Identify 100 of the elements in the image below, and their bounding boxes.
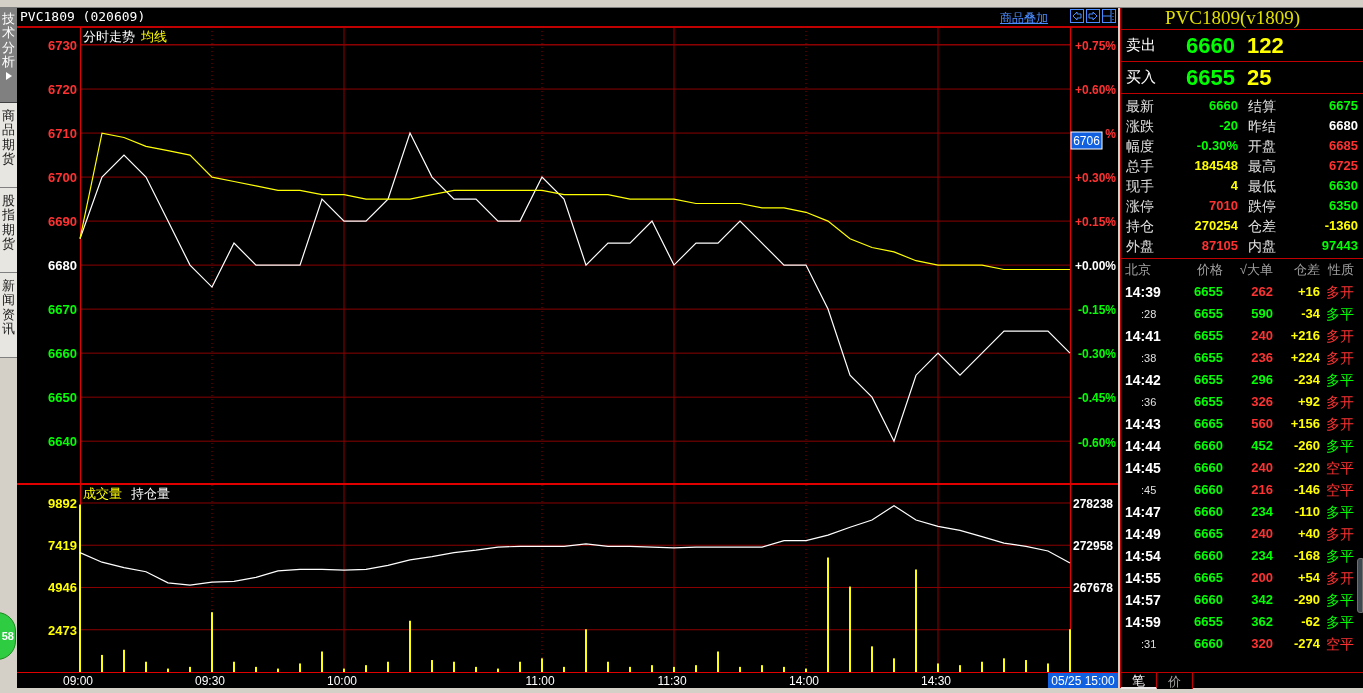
sidebar-tab[interactable]: 新闻资讯: [0, 273, 17, 358]
tick-time: 14:41: [1124, 326, 1162, 346]
tick-time: :38: [1140, 350, 1158, 366]
axis-label: %: [1105, 126, 1116, 141]
stat-value: -20: [1219, 117, 1238, 136]
tick-nature: 多平: [1325, 370, 1354, 390]
tick-volume: 262: [1250, 283, 1273, 302]
sidebar-tab[interactable]: 商品期货: [0, 103, 17, 188]
axis-label: 2473: [48, 622, 77, 638]
axis-label: 6680: [48, 258, 77, 274]
tick-time: 14:57: [1124, 590, 1162, 610]
edge-handle[interactable]: [1357, 558, 1363, 613]
tick-volume: 240: [1250, 525, 1273, 544]
tick-price: 6655: [1193, 305, 1223, 324]
stat-value: 270254: [1194, 217, 1238, 236]
axis-label: 6690: [48, 214, 77, 230]
axis-label: 4946: [48, 580, 77, 596]
badge: 58: [0, 612, 16, 660]
tick-nature: 多开: [1325, 568, 1354, 588]
tick-price: 6665: [1193, 569, 1223, 588]
axis-label: 6700: [48, 170, 77, 186]
tick-price: 6655: [1193, 393, 1223, 412]
legend-label: 成交量: [83, 486, 122, 501]
quote-price: 6655: [1185, 64, 1235, 92]
tick-volume: 362: [1250, 613, 1273, 632]
tick-time: 14:47: [1124, 502, 1162, 522]
tick-oi-change: +216: [1289, 327, 1320, 346]
axis-label: -0.60%: [1077, 435, 1116, 450]
tick-volume: 342: [1250, 591, 1273, 610]
tick-nature: 多平: [1325, 612, 1354, 632]
stat-label: 涨停: [1126, 196, 1154, 216]
legend-label: 均线: [141, 29, 167, 44]
stat-label: 涨跌: [1126, 116, 1154, 136]
tick-price: 6665: [1193, 525, 1223, 544]
stat-value: 6630: [1329, 177, 1358, 196]
quote-price: 6660: [1185, 32, 1235, 60]
axis-label: 6640: [48, 434, 77, 450]
tick-time: 14:42: [1124, 370, 1162, 390]
tick-nature: 多开: [1325, 414, 1354, 434]
tick-volume: 216: [1250, 481, 1273, 500]
tick-oi-change: -290: [1292, 591, 1320, 610]
axis-label: 09:00: [63, 674, 93, 688]
time-label: 05/25 15:00: [1048, 673, 1118, 688]
axis-label: 6720: [48, 82, 77, 98]
axis-label: 272958: [1073, 539, 1114, 553]
right-arrow-icon[interactable]: [1086, 9, 1100, 23]
axis-label: 11:30: [657, 674, 687, 688]
axis-label: 6670: [48, 302, 77, 318]
stat-value: 6660: [1209, 97, 1238, 116]
sidebar-tab[interactable]: 股指期货: [0, 188, 17, 273]
quote-label: 卖出: [1125, 35, 1157, 56]
panel-icon[interactable]: [1102, 9, 1116, 23]
overlay-link[interactable]: 商品叠加: [1000, 9, 1048, 27]
tick-nature: 多平: [1325, 304, 1354, 324]
tick-nature: 多开: [1325, 524, 1354, 544]
axis-label: 6660: [48, 346, 77, 362]
quote-volume: 122: [1246, 32, 1284, 60]
stat-value: 6680: [1329, 117, 1358, 136]
stat-value: 6685: [1329, 137, 1358, 156]
tick-nature: 空平: [1325, 634, 1354, 654]
tick-volume: 452: [1250, 437, 1273, 456]
axis-label: 10:00: [327, 674, 357, 688]
axis-label: -0.15%: [1077, 303, 1116, 318]
tick-time: :31: [1140, 636, 1158, 652]
tick-oi-change: +224: [1289, 349, 1320, 368]
stat-label: 昨结: [1248, 116, 1276, 136]
stat-label: 跌停: [1248, 196, 1276, 216]
axis-label: 14:30: [921, 674, 951, 688]
stat-label: 持仓: [1126, 216, 1154, 236]
tick-time: :36: [1140, 394, 1158, 410]
tick-oi-change: -168: [1292, 547, 1320, 566]
tick-time: 14:49: [1124, 524, 1162, 544]
panel-tab[interactable]: 笔: [1121, 673, 1157, 689]
tick-time: 14:43: [1124, 414, 1162, 434]
tick-oi-change: -146: [1292, 481, 1320, 500]
stat-label: 最高: [1248, 156, 1276, 176]
axis-label: 278238: [1073, 497, 1114, 511]
panel-tab[interactable]: 价: [1157, 673, 1193, 689]
quote-title: PVC1809(v1809): [1165, 6, 1301, 31]
quote-volume: 25: [1246, 64, 1272, 92]
sidebar-tab[interactable]: 技术分析: [0, 8, 17, 103]
tick-volume: 234: [1250, 547, 1273, 566]
tick-nature: 多平: [1325, 546, 1354, 566]
stat-label: 外盘: [1126, 236, 1154, 256]
axis-label: +0.00%: [1074, 259, 1116, 274]
left-arrow-icon[interactable]: [1070, 9, 1084, 23]
tick-volume: 240: [1250, 327, 1273, 346]
tick-nature: 空平: [1325, 480, 1354, 500]
tick-price: 6655: [1193, 327, 1223, 346]
tick-nature: 空平: [1325, 458, 1354, 478]
stat-value: -0.30%: [1196, 137, 1238, 156]
tick-oi-change: -220: [1292, 459, 1320, 478]
axis-label: 9892: [48, 496, 77, 511]
tick-price: 6655: [1193, 283, 1223, 302]
stat-value: 6675: [1329, 97, 1358, 116]
tick-volume: 236: [1250, 349, 1273, 368]
axis-label: -0.45%: [1077, 391, 1116, 406]
axis-label: 6650: [48, 390, 77, 406]
caret-icon: [5, 72, 12, 81]
axis-label: +0.75%: [1074, 38, 1116, 53]
